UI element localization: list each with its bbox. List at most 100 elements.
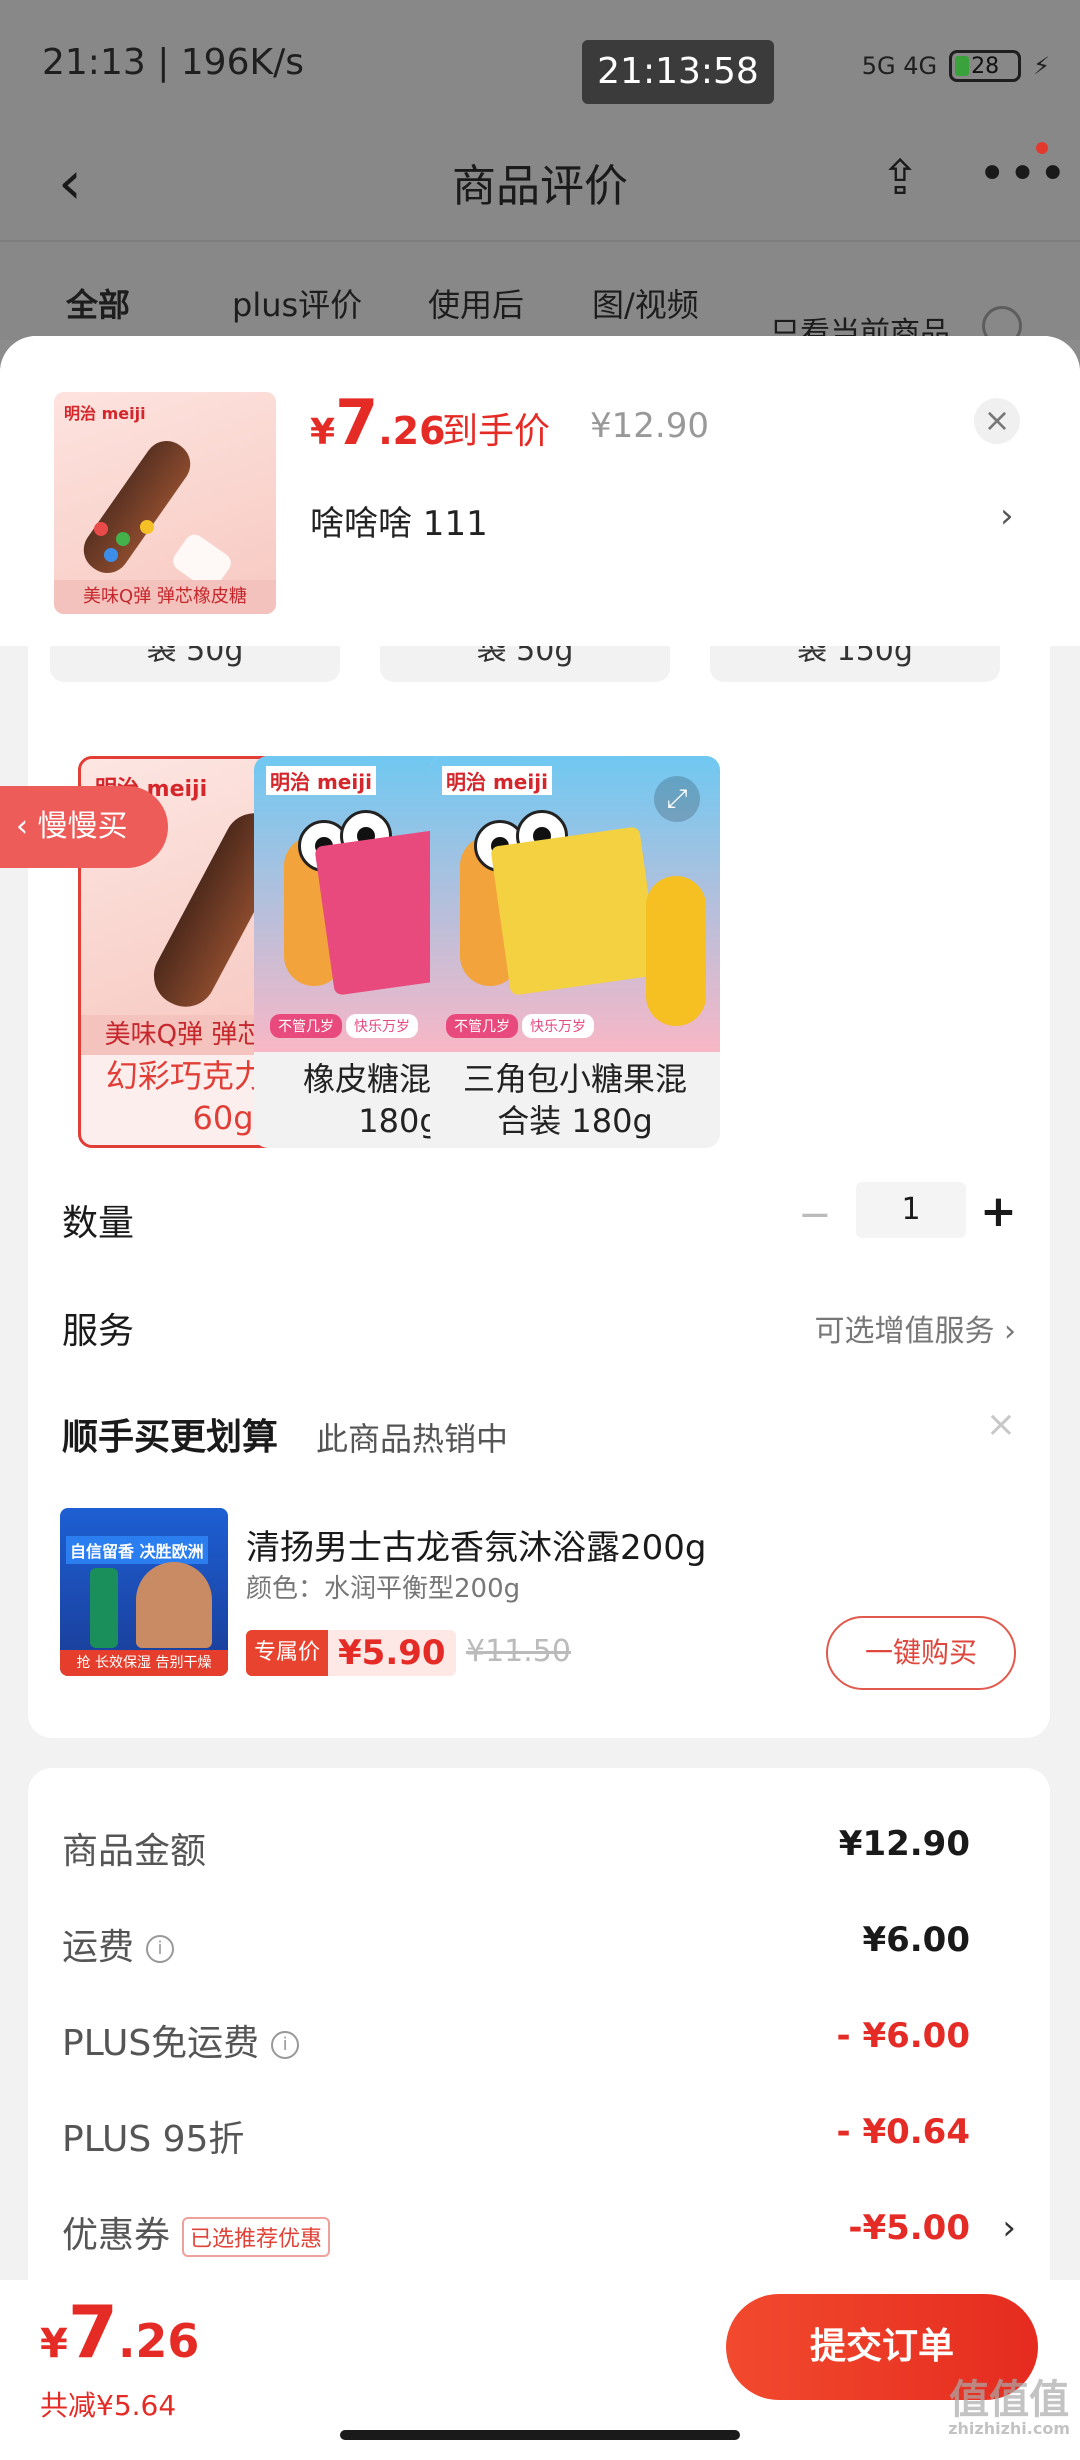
slow-buy-button[interactable]: ‹ 慢慢买 — [0, 786, 168, 868]
upsell-title: 顺手买更划算 — [62, 1417, 279, 1458]
final-price: ¥7.26 — [310, 386, 446, 459]
variant-image: 明治 meiji 不管几岁 快乐万岁 ⤢ — [430, 756, 720, 1052]
exclusive-price-badge: 专属价 — [246, 1630, 329, 1676]
image-caption: 抢 长效保湿 告别干燥 — [60, 1650, 228, 1676]
candy-dot — [140, 520, 154, 534]
image-caption: 自信留香 决胜欧洲 — [66, 1536, 208, 1564]
watermark-main: 值值值 — [949, 2377, 1070, 2423]
upsell-product-image[interactable]: 自信留香 决胜欧洲 抢 长效保湿 告别干燥 — [60, 1508, 228, 1676]
bottle-image — [90, 1568, 118, 1648]
battery-level: 28 — [971, 53, 1000, 79]
info-icon[interactable]: i — [146, 1935, 175, 1963]
notification-dot — [1036, 142, 1048, 154]
home-indicator[interactable] — [340, 2430, 740, 2440]
price-decimal: .26 — [117, 2314, 200, 2368]
variant-option-partial[interactable]: 袋 50g — [50, 646, 340, 682]
service-label: 服务 — [62, 1311, 135, 1352]
summary-label: PLUS免运费 i — [62, 2014, 300, 2066]
quantity-label: 数量 — [62, 1203, 135, 1244]
chevron-left-icon: ‹ — [16, 809, 38, 844]
slow-buy-label: 慢慢买 — [37, 809, 128, 844]
promo-tag: 快乐万岁 — [346, 1014, 418, 1038]
summary-label: 商品金额 — [62, 1831, 207, 1872]
coupon-tag: 已选推荐优惠 — [182, 2217, 331, 2257]
product-thumbnail[interactable]: 明治 meiji 美味Q弹 弹芯橡皮糖 — [54, 392, 276, 614]
promo-tag: 快乐万岁 — [522, 1014, 594, 1038]
variant-option-partial[interactable]: 袋 150g — [710, 646, 1000, 682]
one-click-buy-button[interactable]: 一键购买 — [826, 1616, 1016, 1690]
promo-tag: 不管几岁 — [446, 1014, 518, 1038]
variant-label: 三角包小糖果混 合装 180g — [430, 1058, 720, 1142]
close-icon[interactable]: × — [974, 398, 1020, 444]
summary-label-text: 优惠券 — [62, 2215, 171, 2256]
quantity-plus-button[interactable]: + — [980, 1186, 1017, 1237]
chevron-right-icon[interactable]: › — [1002, 2208, 1016, 2248]
tab-all[interactable]: 全部 — [66, 280, 130, 326]
battery-icon: 28 — [949, 50, 1022, 82]
summary-label-text: PLUS免运费 — [62, 2023, 260, 2064]
coupon-row[interactable]: 优惠券 已选推荐优惠 -¥5.00 › — [62, 2206, 1016, 2266]
upsell-price-box: 专属价 ¥5.90 — [246, 1630, 456, 1676]
price-currency: ¥ — [40, 2321, 68, 2367]
service-selector[interactable]: 可选增值服务 › — [814, 1306, 1016, 1350]
summary-row: PLUS 95折 - ¥0.64 — [62, 2110, 1016, 2170]
person-image — [136, 1562, 212, 1648]
summary-label: 优惠券 已选推荐优惠 — [62, 2206, 331, 2258]
status-bar: 21:13 | 196K/s 21:13:58 5G 4G 28 ⚡ — [0, 0, 1080, 130]
summary-label-text: 运费 — [62, 1927, 135, 1968]
footer-bar: ¥7.26 共减¥5.64 提交订单 值值值 zhizhizhi.com — [0, 2280, 1080, 2460]
price-integer: 7 — [67, 2290, 118, 2374]
total-saved: 共减¥5.64 — [40, 2389, 177, 2422]
nav-bar: ‹ 商品评价 ⇪ ••• — [0, 130, 1080, 240]
share-icon[interactable]: ⇪ — [880, 150, 920, 206]
variant-card[interactable]: 明治 meiji 不管几岁 快乐万岁 ⤢ 三角包小糖果混 合装 180g — [430, 756, 720, 1148]
tab-media[interactable]: 图/视频 — [592, 280, 699, 326]
summary-value: - ¥6.00 — [836, 2016, 971, 2056]
price-label: 到手价 — [442, 411, 551, 452]
brand-logo: 明治 meiji — [266, 766, 376, 795]
selected-spec[interactable]: 啥啥啥 111 — [310, 496, 488, 545]
summary-row: 运费 i ¥6.00 — [62, 1918, 1016, 1978]
candy-dot — [104, 548, 118, 562]
status-time-speed: 21:13 | 196K/s — [42, 42, 304, 83]
watermark-logo: 值值值 zhizhizhi.com — [948, 2380, 1070, 2438]
summary-label: 运费 i — [62, 1918, 175, 1970]
upsell-original-price: ¥11.50 — [466, 1634, 571, 1669]
expand-icon[interactable]: ⤢ — [654, 776, 700, 822]
variant-option-partial[interactable]: 袋 50g — [380, 646, 670, 682]
quantity-input[interactable]: 1 — [856, 1182, 966, 1238]
summary-value: ¥6.00 — [862, 1920, 970, 1960]
thumbnail-band: 美味Q弹 弹芯橡皮糖 — [54, 580, 276, 614]
promo-tag: 不管几岁 — [270, 1014, 342, 1038]
sheet-header: 明治 meiji 美味Q弹 弹芯橡皮糖 ¥7.26 到手价 ¥12.90 × 啥… — [0, 336, 1080, 646]
watermark-sub: zhizhizhi.com — [948, 2419, 1070, 2438]
price-currency: ¥ — [310, 412, 336, 453]
footer-price: ¥7.26 — [40, 2290, 199, 2374]
summary-value: ¥12.90 — [838, 1824, 970, 1864]
upsell-price: ¥5.90 — [338, 1633, 446, 1673]
summary-value: -¥5.00 — [848, 2208, 970, 2248]
tab-plus[interactable]: plus评价 — [232, 280, 362, 326]
summary-row: 商品金额 ¥12.90 — [62, 1822, 1016, 1882]
info-icon[interactable]: i — [271, 2031, 300, 2059]
brand-logo: 明治 meiji — [442, 766, 552, 795]
original-price: ¥12.90 — [590, 406, 709, 446]
upsell-product-name[interactable]: 清扬男士古龙香氛沐浴露200g — [246, 1520, 706, 1569]
candy-bag-image — [490, 826, 660, 996]
variant-label-text: 三角包小糖果混 合装 180g — [462, 1060, 687, 1140]
clock-overlay: 21:13:58 — [582, 40, 774, 104]
background-page: 21:13 | 196K/s 21:13:58 5G 4G 28 ⚡ ‹ 商品评… — [0, 0, 1080, 351]
upsell-card: 顺手买更划算 此商品热销中 × 自信留香 决胜欧洲 抢 长效保湿 告别干燥 清扬… — [28, 1368, 1050, 1738]
summary-value: - ¥0.64 — [836, 2112, 971, 2152]
mascot-image — [646, 876, 706, 1026]
summary-row: PLUS免运费 i - ¥6.00 — [62, 2014, 1016, 2074]
upsell-product-color: 颜色：水润平衡型200g — [246, 1574, 521, 1604]
quantity-minus-button[interactable]: − — [798, 1192, 832, 1238]
close-icon[interactable]: × — [986, 1404, 1016, 1445]
more-icon[interactable]: ••• — [978, 146, 1069, 202]
tab-after-use[interactable]: 使用后 — [428, 280, 524, 326]
status-icons: 5G 4G 28 ⚡ — [862, 50, 1050, 82]
chevron-right-icon[interactable]: › — [1000, 496, 1014, 536]
review-tabs: 全部 plus评价 使用后 图/视频 只看当前商品 — [0, 240, 1080, 351]
price-integer: 7 — [335, 386, 379, 459]
